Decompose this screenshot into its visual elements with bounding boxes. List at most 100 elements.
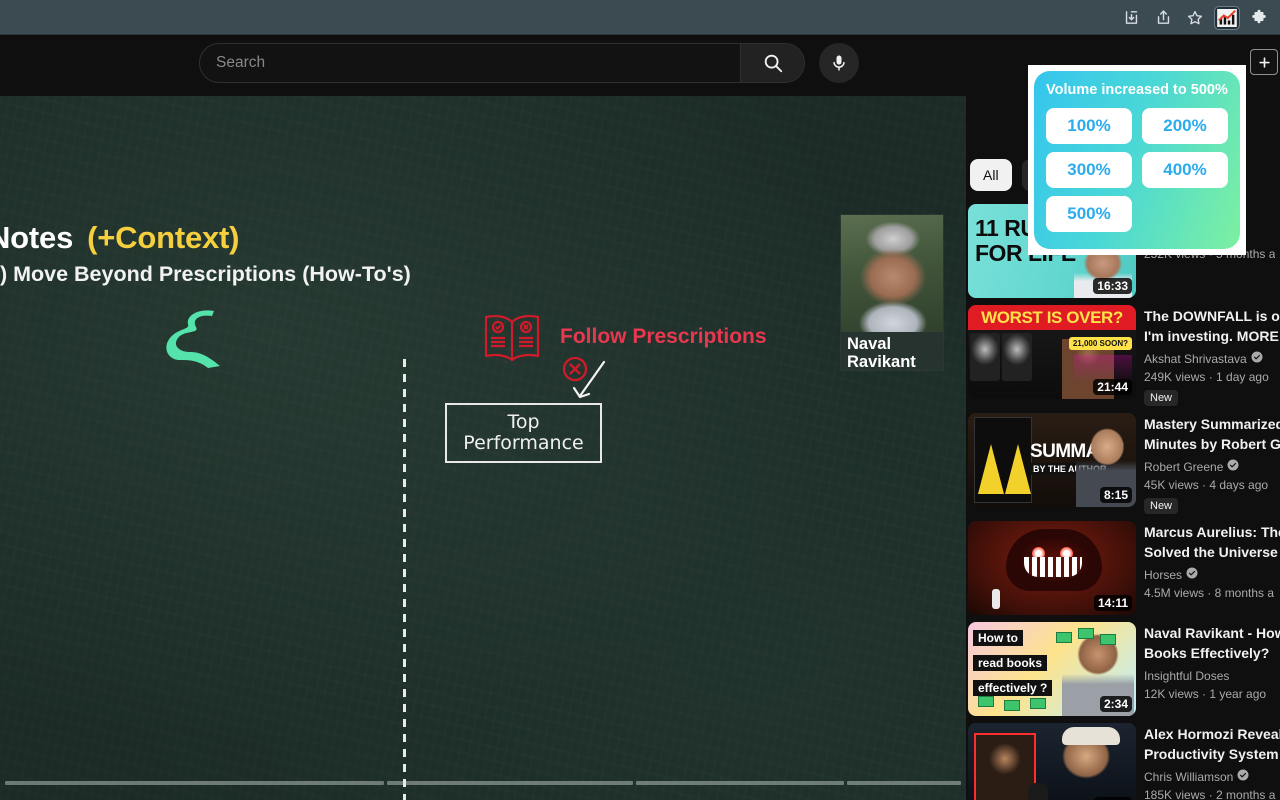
extensions-puzzle-icon[interactable] [1244, 4, 1274, 32]
video-title-line: Naval Ravikant - How [1144, 625, 1280, 641]
video-title-line: Books Effectively? [1144, 645, 1270, 661]
follow-prescriptions-label: Follow Prescriptions [560, 325, 767, 348]
volume-preset-grid: 100% 200% 300% 400% 500% [1046, 108, 1228, 232]
video-thumbnail[interactable]: How to read books effectively ? 2:34 [968, 622, 1136, 716]
volume-preset-100[interactable]: 100% [1046, 108, 1132, 144]
video-title-line: Solved the Universe [1144, 544, 1278, 560]
video-title[interactable]: Alex Hormozi Reveals Productivity System … [1144, 724, 1280, 764]
video-meta: Mastery Summarized Minutes by Robert Gre R… [1144, 413, 1280, 514]
video-title[interactable]: Naval Ravikant - How Books Effectively? [1144, 623, 1280, 663]
download-icon[interactable] [1116, 4, 1146, 32]
video-title[interactable]: Marcus Aurelius: The Solved the Universe [1144, 522, 1280, 562]
video-duration: 14:11 [1093, 595, 1132, 611]
chart-extension-icon[interactable] [1212, 4, 1242, 32]
speaker-photo [841, 215, 943, 332]
browser-toolbar-actions [1116, 0, 1274, 35]
slide-title-accent: (+Context) [87, 220, 240, 255]
related-video-item[interactable]: WORST IS OVER? 21,000 SOON? 21:44 The DOWNF… [968, 305, 1280, 406]
volume-preset-300[interactable]: 300% [1046, 152, 1132, 188]
video-channel[interactable]: Insightful Doses [1144, 667, 1280, 685]
voice-search-button[interactable] [819, 43, 859, 83]
video-meta: The DOWNFALL is ove I'm investing. MORE |… [1144, 305, 1280, 406]
related-video-item[interactable]: 14:11 Marcus Aurelius: The Solved the Univ… [968, 521, 1280, 615]
browser-chrome-bar [0, 0, 1280, 35]
filter-chip-0[interactable]: All [970, 159, 1012, 191]
verified-badge-icon [1186, 566, 1198, 584]
verified-badge-icon [1251, 350, 1263, 368]
video-title-line: The DOWNFALL is ove [1144, 308, 1280, 324]
video-title[interactable]: Mastery Summarized Minutes by Robert Gre [1144, 414, 1280, 454]
search-input[interactable] [216, 54, 740, 72]
video-duration: 16:33 [1093, 278, 1132, 294]
video-title-line: Alex Hormozi Reveals [1144, 726, 1280, 742]
chart-extension-badge [1214, 5, 1240, 30]
video-player[interactable]: Notes (+Context) 1) Move Beyond Prescript… [0, 96, 966, 800]
video-title-line: Productivity System T [1144, 746, 1280, 762]
player-progress-bar[interactable] [5, 781, 961, 785]
volume-preset-500[interactable]: 500% [1046, 196, 1132, 232]
top-performance-line2: Performance [463, 432, 584, 454]
search-area [199, 43, 859, 83]
video-thumbnail[interactable]: 14:11 [968, 521, 1136, 615]
video-thumbnail[interactable]: WORST IS OVER? 21,000 SOON? 21:44 [968, 305, 1136, 399]
related-video-item[interactable]: How to read books effectively ? 2:34 Naval R… [968, 622, 1280, 716]
share-icon[interactable] [1148, 4, 1178, 32]
video-stats: 4.5M views · 8 months a [1144, 586, 1275, 600]
search-input-area[interactable] [200, 44, 740, 82]
volume-status-text: Volume increased to 500% [1046, 82, 1228, 98]
video-meta: Marcus Aurelius: The Solved the Universe H… [1144, 521, 1280, 615]
bookmark-star-icon[interactable] [1180, 4, 1210, 32]
chapter-segment-2[interactable] [636, 781, 845, 785]
video-duration: 21:44 [1093, 379, 1132, 395]
status-badge: New [1144, 498, 1179, 514]
video-channel[interactable]: Chris Williamson [1144, 768, 1280, 786]
top-performance-box: Top Performance [445, 403, 602, 463]
related-video-item[interactable]: 11:15 Alex Hormozi Reveals Productivity Sy… [968, 723, 1280, 800]
video-title-line: Minutes by Robert Gre [1144, 436, 1280, 452]
dashed-divider-line [403, 359, 406, 800]
volume-preset-400[interactable]: 400% [1142, 152, 1228, 188]
video-channel-name: Robert Greene [1144, 460, 1224, 474]
verified-badge-icon [1237, 768, 1249, 786]
thumbnail-art [968, 723, 1136, 800]
winding-river-icon [164, 310, 228, 377]
prescriptions-book-icon [481, 311, 543, 368]
video-channel[interactable]: Robert Greene [1144, 458, 1280, 476]
speaker-card: Naval Ravikant [841, 215, 943, 371]
status-badge: New [1144, 390, 1179, 406]
video-thumbnail[interactable]: 11:15 [968, 723, 1136, 800]
volume-preset-200[interactable]: 200% [1142, 108, 1228, 144]
search-box[interactable] [199, 43, 805, 83]
video-meta: Alex Hormozi Reveals Productivity System … [1144, 723, 1280, 800]
volume-popup-inner: Volume increased to 500% 100% 200% 300% 400… [1034, 71, 1240, 249]
video-meta: Naval Ravikant - How Books Effectively? In… [1144, 622, 1280, 716]
video-title-line: Marcus Aurelius: The [1144, 524, 1280, 540]
video-title[interactable]: The DOWNFALL is ove I'm investing. MORE | [1144, 306, 1280, 346]
slide-title: Notes (+Context) [0, 220, 239, 256]
speaker-name-line1: Naval [847, 335, 892, 353]
video-channel-name: Akshat Shrivastava [1144, 352, 1247, 366]
video-stats: 12K views · 1 year ago [1144, 687, 1267, 701]
video-thumbnail[interactable]: SUMMARYBY THE AUTHOR8:15 [968, 413, 1136, 507]
video-stats: 45K views · 4 days ago [1144, 478, 1269, 492]
video-duration: 8:15 [1099, 487, 1132, 503]
video-stats: 249K views · 1 day ago [1144, 370, 1269, 384]
video-channel-name: Insightful Doses [1144, 669, 1230, 683]
video-duration: 2:34 [1099, 696, 1132, 712]
search-button[interactable] [740, 44, 804, 82]
create-video-button[interactable] [1250, 49, 1278, 75]
video-channel-name: Horses [1144, 568, 1183, 582]
volume-booster-popup[interactable]: Volume increased to 500% 100% 200% 300% 400… [1028, 65, 1246, 255]
video-channel[interactable]: Horses [1144, 566, 1280, 584]
slide-title-main: Notes [0, 220, 74, 255]
down-arrow-annotation [570, 358, 610, 409]
slide-subtitle: 1) Move Beyond Prescriptions (How-To's) [0, 262, 411, 286]
verified-badge-icon [1227, 458, 1239, 476]
video-channel[interactable]: Akshat Shrivastava [1144, 350, 1280, 368]
video-title-line: I'm investing. MORE | [1144, 328, 1280, 344]
chapter-segment-1[interactable] [386, 781, 634, 785]
chapter-segment-3[interactable] [847, 781, 961, 785]
chapter-segment-0[interactable] [5, 781, 384, 785]
video-channel-name: Chris Williamson [1144, 770, 1234, 784]
related-video-item[interactable]: SUMMARYBY THE AUTHOR8:15Mastery Summariz… [968, 413, 1280, 514]
